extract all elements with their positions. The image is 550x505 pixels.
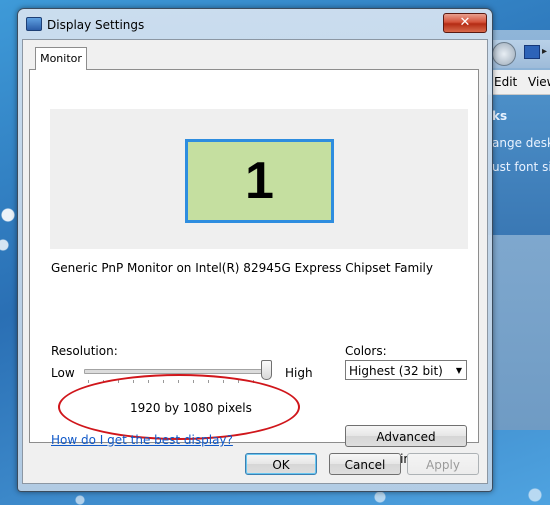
dialog-title: Display Settings (47, 18, 145, 32)
close-button[interactable]: ✕ (443, 13, 487, 33)
best-display-help-link[interactable]: How do I get the best display? (51, 433, 233, 447)
display-settings-icon (26, 17, 42, 31)
tasks-heading: ks (492, 109, 508, 123)
colors-select[interactable]: Highest (32 bit) ▼ (345, 360, 467, 380)
forward-button-icon[interactable] (492, 42, 516, 66)
monitor-description: Generic PnP Monitor on Intel(R) 82945G E… (51, 261, 433, 275)
chevron-right-icon[interactable]: ▸ (542, 46, 547, 57)
resolution-high-label: High (285, 366, 313, 380)
task-link-change-desktop[interactable]: ange deskt (492, 136, 550, 150)
chevron-down-icon[interactable]: ▼ (456, 361, 462, 381)
colors-label: Colors: (345, 344, 387, 358)
dialog-client-area: Monitor 1 Generic PnP Monitor on Intel(R… (22, 39, 488, 484)
slider-tick (88, 380, 89, 383)
monitor-1-tile[interactable]: 1 (185, 139, 334, 223)
monitor-tab-panel: 1 Generic PnP Monitor on Intel(R) 82945G… (29, 69, 479, 466)
title-bar[interactable]: Display Settings ✕ (18, 9, 492, 37)
tab-monitor[interactable]: Monitor (35, 47, 87, 70)
resolution-slider-thumb[interactable] (261, 360, 272, 380)
resolution-label: Resolution: (51, 344, 118, 358)
monitor-preview-area: 1 (50, 109, 468, 249)
ok-button[interactable]: OK (245, 453, 317, 475)
menu-edit[interactable]: Edit (494, 75, 517, 89)
advanced-settings-button[interactable]: Advanced Settings... (345, 425, 467, 466)
annotation-ellipse (58, 374, 300, 440)
display-settings-dialog: Display Settings ✕ Monitor 1 Generic PnP… (17, 8, 493, 492)
menu-view[interactable]: View (528, 75, 550, 89)
display-icon[interactable] (524, 45, 540, 59)
close-icon: ✕ (459, 15, 471, 30)
resolution-low-label: Low (51, 366, 75, 380)
cancel-button[interactable]: Cancel (329, 453, 401, 475)
apply-button[interactable]: Apply (407, 453, 479, 475)
task-link-adjust-font-size[interactable]: ust font siz (492, 160, 550, 174)
colors-selected-value: Highest (32 bit) (349, 364, 443, 378)
